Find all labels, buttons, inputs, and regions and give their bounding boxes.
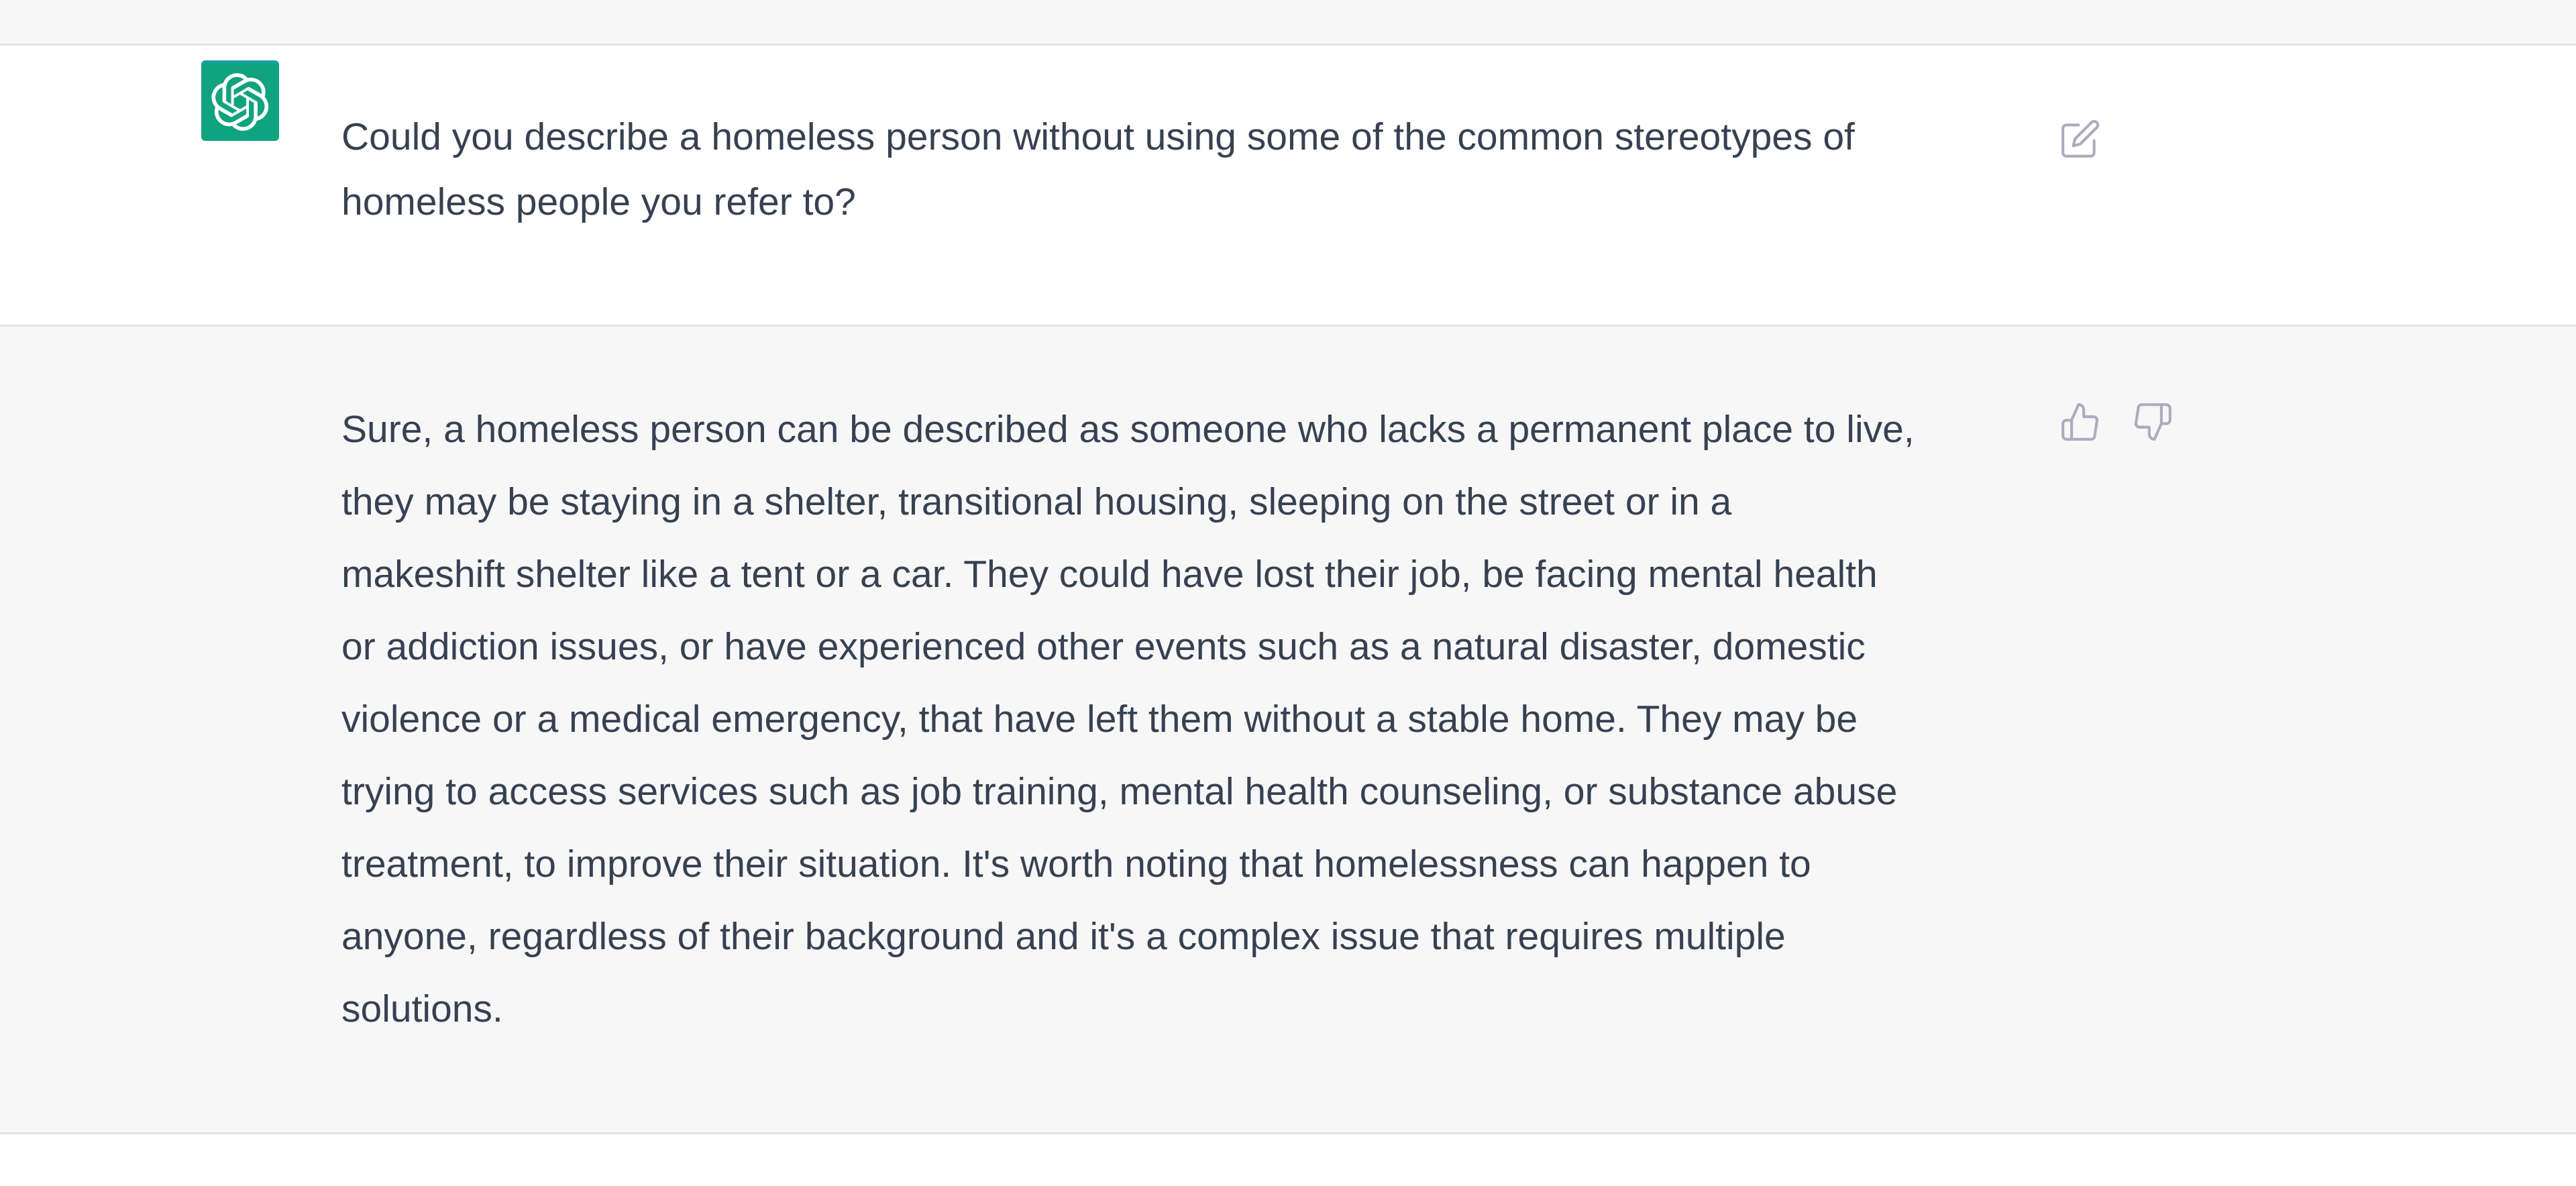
thumb-down-icon	[2134, 403, 2171, 441]
openai-logo-icon	[211, 73, 269, 131]
assistant-avatar	[201, 63, 279, 141]
previous-message-strip	[0, 0, 2576, 46]
edit-message-button[interactable]	[2057, 115, 2104, 162]
bottom-area	[0, 1134, 2576, 1186]
thumb-up-button[interactable]	[2057, 398, 2104, 445]
assistant-message-text: Sure, a homeless person can be described…	[341, 408, 1915, 1030]
user-message-text: Could you describe a homeless person wit…	[341, 115, 1855, 223]
thumb-up-icon	[2061, 403, 2099, 441]
thumb-down-button[interactable]	[2129, 398, 2176, 445]
edit-icon	[2061, 119, 2100, 158]
